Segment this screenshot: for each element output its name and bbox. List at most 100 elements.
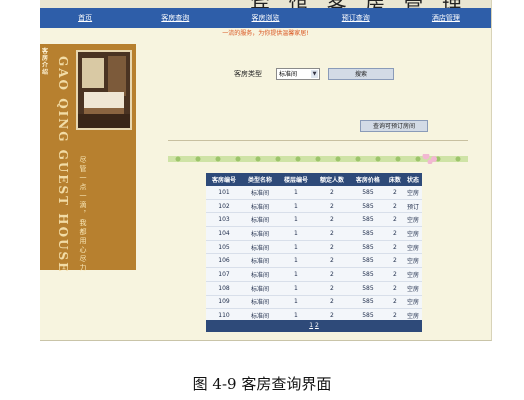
cell-beds: 2: [385, 295, 404, 310]
search-button[interactable]: 搜索: [328, 68, 394, 80]
col-room-number: 客房编号: [206, 173, 242, 186]
page-link-1[interactable]: 1: [309, 322, 313, 329]
col-status: 状态: [403, 173, 422, 186]
cell-capacity: 2: [313, 240, 350, 255]
notice-text: 一流的服务，为你提供温馨家居!: [222, 30, 309, 37]
cell-capacity: 2: [313, 253, 350, 269]
cell-room-number: 102: [206, 199, 242, 214]
cell-floor: 1: [277, 295, 314, 310]
cell-capacity: 2: [313, 281, 350, 296]
nav-room-browse[interactable]: 客房浏览: [220, 8, 310, 28]
table-row: 109 标准间 1 2 585 2 空房: [206, 295, 422, 310]
table-header-row: 客房编号 类型名称 楼层编号 额定人数 客房价格 床数 状态: [206, 173, 422, 186]
col-capacity: 额定人数: [313, 173, 350, 186]
cell-beds: 2: [385, 253, 404, 269]
sidebar-vertical-title: GAO QING GUEST HOUSE: [56, 56, 70, 274]
cell-type-name: 标准间: [241, 186, 278, 200]
room-type-select[interactable]: 标准间 ▼: [276, 68, 320, 80]
cell-beds: 2: [385, 199, 404, 214]
table-row: 101 标准间 1 2 585 2 空房: [206, 186, 422, 200]
room-photo-image: [78, 52, 130, 128]
cell-type-name: 标准间: [241, 212, 278, 228]
table-row: 107 标准间 1 2 585 2 空房: [206, 267, 422, 282]
cell-room-number: 109: [206, 295, 242, 310]
cell-room-number: 101: [206, 186, 242, 200]
table-row: 106 标准间 1 2 585 2 空房: [206, 253, 422, 269]
cell-capacity: 2: [313, 226, 350, 241]
col-beds: 床数: [385, 173, 404, 186]
table-row: 103 标准间 1 2 585 2 空房: [206, 212, 422, 228]
cell-status[interactable]: 空房: [403, 267, 422, 282]
cell-floor: 1: [277, 186, 314, 200]
col-type-name: 类型名称: [241, 173, 278, 186]
cell-beds: 2: [385, 186, 404, 200]
nav-hotel-admin[interactable]: 酒店管理: [401, 8, 491, 28]
cell-status[interactable]: 空房: [403, 295, 422, 310]
top-nav: 首页 客房查询 客房浏览 预订查询 酒店管理: [40, 8, 491, 28]
cell-floor: 1: [277, 212, 314, 228]
room-table-body: 101 标准间 1 2 585 2 空房 102 标准间 1 2 585 2 预订 103 标准间 1 2 585 2…: [206, 186, 422, 323]
pagination: 1 2: [206, 320, 422, 332]
query-bookable-rooms-button[interactable]: 查询可预订房间: [360, 120, 428, 132]
page-link-2[interactable]: 2: [315, 322, 319, 329]
divider: [168, 140, 468, 141]
table-row: 102 标准间 1 2 585 2 预订: [206, 199, 422, 214]
search-bar: 客房类型 标准间 ▼ 搜索: [234, 68, 394, 80]
room-type-selected: 标准间: [279, 71, 298, 78]
nav-home[interactable]: 首页: [40, 8, 130, 28]
cell-status[interactable]: 空房: [403, 186, 422, 200]
table-row: 108 标准间 1 2 585 2 空房: [206, 281, 422, 296]
figure-caption: 图 4-9 客房查询界面: [192, 375, 332, 393]
cell-status[interactable]: 预订: [403, 199, 422, 214]
cell-price: 585: [349, 267, 386, 282]
cell-price: 585: [349, 226, 386, 241]
cell-capacity: 2: [313, 199, 350, 214]
cell-type-name: 标准间: [241, 295, 278, 310]
cell-room-number: 105: [206, 240, 242, 255]
cell-type-name: 标准间: [241, 240, 278, 255]
cell-floor: 1: [277, 240, 314, 255]
cell-status[interactable]: 空房: [403, 240, 422, 255]
cell-beds: 2: [385, 281, 404, 296]
cell-price: 585: [349, 281, 386, 296]
site-banner: 宾 馆 客 房 管 理: [40, 0, 491, 8]
cell-status[interactable]: 空房: [403, 281, 422, 296]
chevron-down-icon[interactable]: ▼: [311, 70, 318, 78]
room-type-label: 客房类型: [234, 70, 262, 78]
cell-status[interactable]: 空房: [403, 253, 422, 269]
sidebar: 客房介绍 GAO QING GUEST HOUSE 尽管一点一滴，我都用心尽力: [40, 44, 136, 274]
cell-type-name: 标准间: [241, 253, 278, 269]
cell-price: 585: [349, 199, 386, 214]
nav-room-query[interactable]: 客房查询: [130, 8, 220, 28]
cell-status[interactable]: 空房: [403, 226, 422, 241]
cell-beds: 2: [385, 267, 404, 282]
cell-status[interactable]: 空房: [403, 212, 422, 228]
col-price: 客房价格: [349, 173, 386, 186]
cell-type-name: 标准间: [241, 199, 278, 214]
cell-floor: 1: [277, 199, 314, 214]
cell-floor: 1: [277, 267, 314, 282]
cell-type-name: 标准间: [241, 281, 278, 296]
col-floor: 楼层编号: [277, 173, 314, 186]
cell-room-number: 106: [206, 253, 242, 269]
banner-title: 宾 馆 客 房 管 理: [250, 0, 468, 8]
sidebar-label: 客房介绍: [42, 48, 49, 76]
cell-price: 585: [349, 186, 386, 200]
room-table: 客房编号 类型名称 楼层编号 额定人数 客房价格 床数 状态 101 标准间 1 2 5…: [206, 173, 422, 323]
room-photo: [76, 50, 132, 130]
cell-floor: 1: [277, 226, 314, 241]
cell-price: 585: [349, 295, 386, 310]
sidebar-slogan: 尽管一点一滴，我都用心尽力: [79, 156, 87, 273]
cell-price: 585: [349, 253, 386, 269]
cell-beds: 2: [385, 240, 404, 255]
decorative-vine-border: [168, 154, 468, 164]
cell-room-number: 107: [206, 267, 242, 282]
cell-floor: 1: [277, 281, 314, 296]
cell-beds: 2: [385, 212, 404, 228]
cell-capacity: 2: [313, 295, 350, 310]
cell-capacity: 2: [313, 212, 350, 228]
nav-booking-query[interactable]: 预订查询: [311, 8, 401, 28]
cell-room-number: 104: [206, 226, 242, 241]
cell-beds: 2: [385, 226, 404, 241]
cell-floor: 1: [277, 253, 314, 269]
